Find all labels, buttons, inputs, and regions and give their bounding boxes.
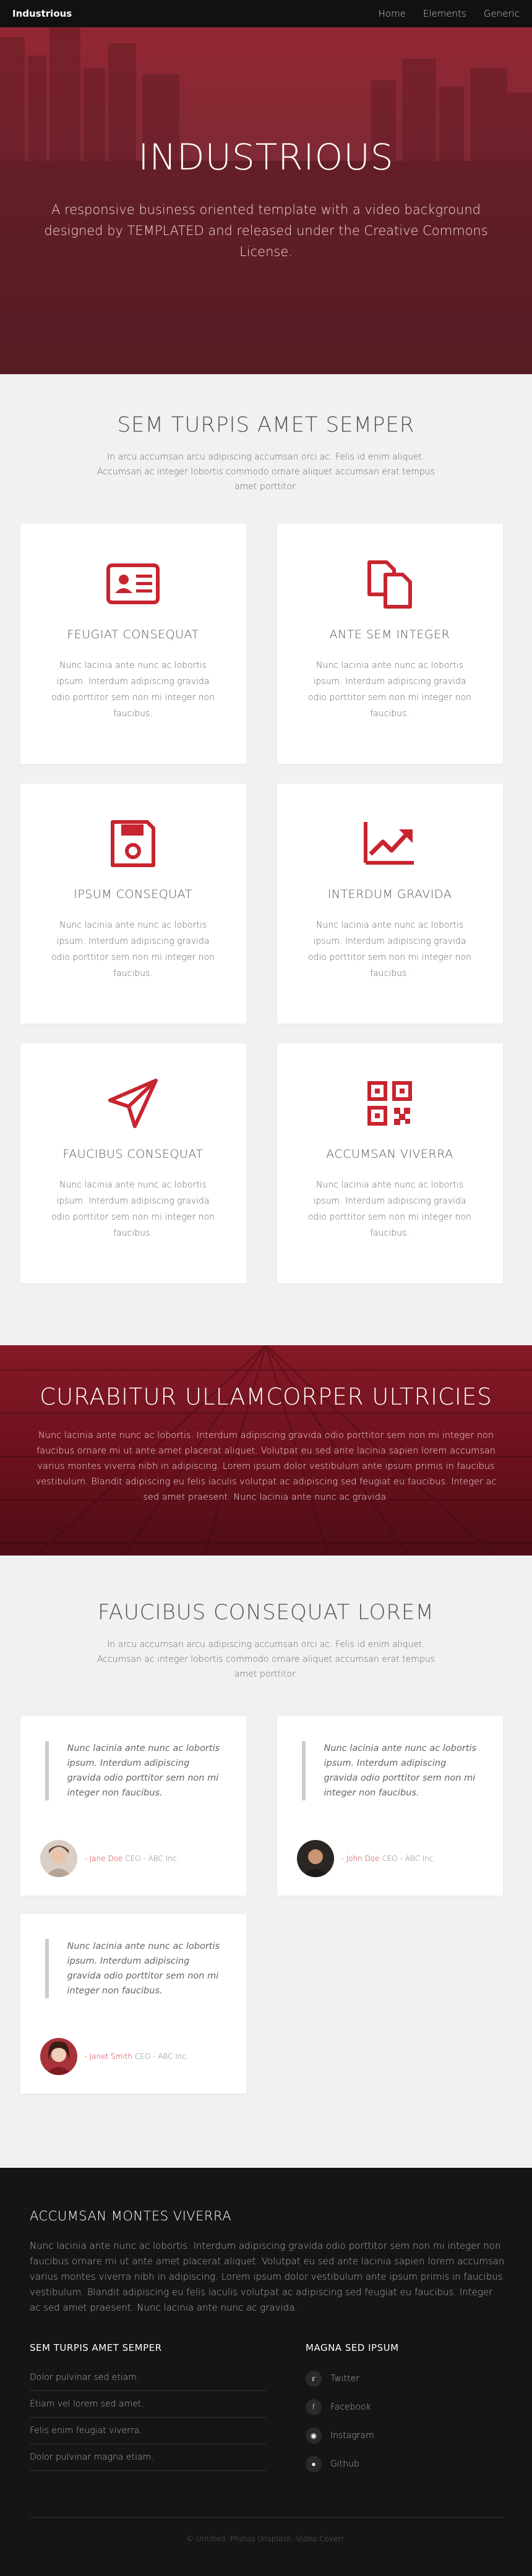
id-card-icon — [106, 563, 160, 604]
feature-title: INTERDUM GRAVIDA — [327, 888, 452, 901]
avatar — [40, 1840, 77, 1877]
author-role: CEO - ABC Inc. — [125, 1854, 179, 1863]
section-title: SEM TURPIS AMET SEMPER — [117, 413, 415, 437]
testimonial-quote: Nunc lacinia ante nunc ac lobortis ipsum… — [45, 1939, 221, 1998]
social-label: Facebook — [330, 2402, 371, 2412]
social-label: Instagram — [330, 2431, 374, 2441]
top-navbar: Industrious Home Elements Generic — [0, 0, 532, 27]
qr-code-icon — [367, 1081, 412, 1126]
social-link-twitter[interactable]: 𝕣 Twitter — [306, 2364, 502, 2393]
feature-card: INTERDUM GRAVIDA Nunc lacinia ante nunc … — [277, 784, 503, 1024]
author-role: CEO - ABC Inc. — [134, 2052, 189, 2061]
paper-plane-icon — [108, 1079, 158, 1128]
social-label: Github — [330, 2459, 359, 2469]
social-link-facebook[interactable]: f Facebook — [306, 2393, 502, 2421]
hero-title: INDUSTRIOUS — [138, 136, 394, 178]
features-section: SEM TURPIS AMET SEMPER In arcu accumsan … — [0, 374, 532, 1345]
feature-text: Nunc lacinia ante nunc ac lobortis ipsum… — [51, 920, 215, 978]
footer-link[interactable]: Dolor pulvinar magna etiam. — [30, 2444, 266, 2471]
feature-text: Nunc lacinia ante nunc ac lobortis ipsum… — [51, 661, 215, 719]
band-text: Nunc lacinia ante nunc ac lobortis. Inte… — [35, 1431, 497, 1502]
testimonial-card: Nunc lacinia ante nunc ac lobortis ipsum… — [20, 1914, 246, 2094]
section-subtitle: In arcu accumsan arcu adipiscing accumsa… — [97, 452, 435, 492]
feature-card: FEUGIAT CONSEQUAT Nunc lacinia ante nunc… — [20, 524, 246, 764]
footer-social-column: MAGNA SED IPSUM 𝕣 Twitter f Facebook ◉ I… — [306, 2342, 502, 2478]
save-icon — [111, 820, 155, 867]
feature-title: FEUGIAT CONSEQUAT — [67, 628, 199, 641]
footer-social-heading: MAGNA SED IPSUM — [306, 2342, 399, 2353]
feature-card: ACCUMSAN VIVERRA Nunc lacinia ante nunc … — [277, 1043, 503, 1283]
testimonials-grid: Nunc lacinia ante nunc ac lobortis ipsum… — [20, 1716, 512, 2162]
feature-text: Nunc lacinia ante nunc ac lobortis ipsum… — [308, 920, 471, 978]
site-footer: ACCUMSAN MONTES VIVERRA Nunc lacinia ant… — [0, 2168, 532, 2576]
footer-divider — [30, 2517, 505, 2518]
hero-text: A responsive business oriented template … — [44, 202, 488, 259]
feature-card: ANTE SEM INTEGER Nunc lacinia ante nunc … — [277, 524, 503, 764]
social-label: Twitter — [330, 2374, 359, 2384]
band-title: CURABITUR ULLAMCORPER ULTRICIES — [40, 1384, 492, 1410]
feature-card: IPSUM CONSEQUAT Nunc lacinia ante nunc a… — [20, 784, 246, 1024]
main-nav: Home Elements Generic — [379, 8, 520, 19]
footer-link[interactable]: Dolor pulvinar sed etiam. — [30, 2364, 266, 2391]
feature-card: FAUCIBUS CONSEQUAT Nunc lacinia ante nun… — [20, 1043, 246, 1283]
testimonial-card: Nunc lacinia ante nunc ac lobortis ipsum… — [20, 1716, 246, 1896]
testimonial-quote: Nunc lacinia ante nunc ac lobortis ipsum… — [45, 1741, 221, 1800]
avatar — [40, 2038, 77, 2075]
testimonial-author: - Jane Doe CEO - ABC Inc. — [40, 1840, 179, 1877]
instagram-icon: ◉ — [306, 2428, 322, 2444]
footer-about-text: Nunc lacinia ante nunc ac lobortis. Inte… — [30, 2240, 505, 2313]
feature-title: ACCUMSAN VIVERRA — [326, 1147, 453, 1161]
footer-link[interactable]: Etiam vel lorem sed amet. — [30, 2391, 266, 2418]
copyright-text: © Untitled. Photos Unsplash. Video Cover… — [186, 2535, 346, 2543]
nav-link-home[interactable]: Home — [379, 8, 406, 19]
testimonials-section: FAUCIBUS CONSEQUAT LOREM In arcu accumsa… — [0, 1555, 532, 2168]
twitter-icon: 𝕣 — [306, 2371, 322, 2387]
footer-link[interactable]: Felis enim feugiat viverra. — [30, 2418, 266, 2444]
cta-band: CURABITUR ULLAMCORPER ULTRICIES Nunc lac… — [0, 1345, 532, 1555]
author-role: CEO - ABC Inc. — [382, 1854, 436, 1863]
red-overlay — [0, 0, 532, 374]
author-name: - Janet Smith — [84, 2052, 133, 2061]
feature-title: ANTE SEM INTEGER — [329, 628, 450, 641]
social-link-instagram[interactable]: ◉ Instagram — [306, 2421, 502, 2450]
section-title: FAUCIBUS CONSEQUAT LOREM — [98, 1600, 434, 1625]
trend-up-icon — [364, 822, 414, 865]
social-link-github[interactable]: ● Github — [306, 2450, 502, 2478]
github-icon: ● — [306, 2456, 322, 2472]
feature-text: Nunc lacinia ante nunc ac lobortis ipsum… — [308, 1180, 471, 1238]
section-subtitle: In arcu accumsan arcu adipiscing accumsa… — [97, 1640, 435, 1679]
nav-link-generic[interactable]: Generic — [484, 8, 520, 19]
hero-banner: INDUSTRIOUS A responsive business orient… — [0, 0, 532, 374]
footer-links-column: SEM TURPIS AMET SEMPER Dolor pulvinar se… — [30, 2342, 266, 2471]
nav-link-elements[interactable]: Elements — [423, 8, 466, 19]
feature-text: Nunc lacinia ante nunc ac lobortis ipsum… — [51, 1180, 215, 1238]
files-icon — [367, 560, 412, 609]
author-name: - Jane Doe — [84, 1854, 123, 1863]
testimonial-card: Nunc lacinia ante nunc ac lobortis ipsum… — [277, 1716, 503, 1896]
features-grid: FEUGIAT CONSEQUAT Nunc lacinia ante nunc… — [20, 524, 512, 1285]
testimonial-author: - Janet Smith CEO - ABC Inc. — [40, 2038, 189, 2075]
feature-title: FAUCIBUS CONSEQUAT — [62, 1147, 204, 1161]
site-logo[interactable]: Industrious — [12, 8, 72, 19]
testimonial-quote: Nunc lacinia ante nunc ac lobortis ipsum… — [301, 1741, 478, 1800]
feature-text: Nunc lacinia ante nunc ac lobortis ipsum… — [308, 661, 471, 719]
footer-title: ACCUMSAN MONTES VIVERRA — [30, 2209, 232, 2223]
testimonial-author: - John Doe CEO - ABC Inc. — [296, 1840, 436, 1877]
feature-title: IPSUM CONSEQUAT — [74, 888, 192, 901]
footer-links-heading: SEM TURPIS AMET SEMPER — [30, 2342, 162, 2353]
facebook-icon: f — [306, 2399, 322, 2415]
avatar — [296, 1840, 334, 1877]
author-name: - John Doe — [341, 1854, 380, 1863]
